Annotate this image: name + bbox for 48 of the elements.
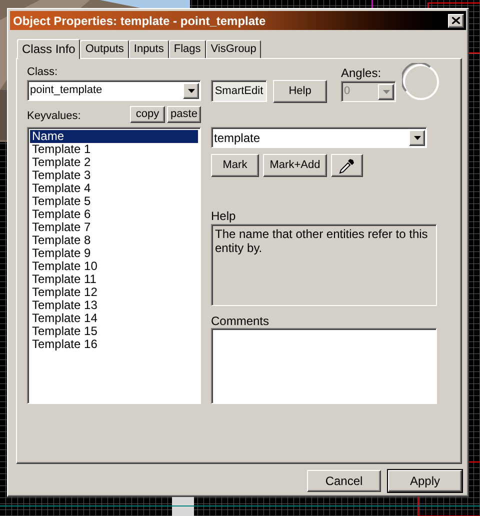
eyedropper-button[interactable] <box>331 154 363 177</box>
comments-field[interactable] <box>211 328 437 404</box>
list-item[interactable]: Template 13 <box>30 299 198 312</box>
list-item[interactable]: Template 7 <box>30 221 198 234</box>
class-label: Class: <box>27 65 59 80</box>
dialog-button[interactable]: Apply <box>388 470 462 492</box>
dialog-button[interactable]: Cancel <box>307 470 381 492</box>
paste-button[interactable]: paste <box>167 106 201 123</box>
list-item[interactable]: Template 3 <box>30 169 198 182</box>
mark-button[interactable]: Mark+Add <box>263 154 327 177</box>
list-item[interactable]: Template 15 <box>30 325 198 338</box>
help-button[interactable]: Help <box>273 80 327 103</box>
list-item[interactable]: Template 16 <box>30 338 198 351</box>
list-item[interactable]: Name <box>30 130 198 143</box>
angles-label: Angles: <box>341 65 382 81</box>
comments-label: Comments <box>211 313 270 328</box>
class-dropdown[interactable]: point_template <box>27 80 201 101</box>
list-item[interactable]: Template 8 <box>30 234 198 247</box>
list-item[interactable]: Template 4 <box>30 182 198 195</box>
list-item[interactable]: Template 5 <box>30 195 198 208</box>
window-title: Object Properties: template - point_template <box>13 12 266 30</box>
close-icon <box>452 17 460 24</box>
list-item[interactable]: Template 10 <box>30 260 198 273</box>
tab[interactable]: Class Info <box>17 39 80 59</box>
list-item[interactable]: Template 14 <box>30 312 198 325</box>
close-button[interactable] <box>448 14 464 28</box>
list-item[interactable]: Template 11 <box>30 273 198 286</box>
list-item[interactable]: Template 1 <box>30 143 198 156</box>
mark-button[interactable]: Mark <box>211 154 259 177</box>
tab[interactable]: VisGroup <box>206 40 262 58</box>
eyedropper-icon <box>338 156 356 174</box>
dropdown-arrow-icon <box>188 88 194 92</box>
copy-button[interactable]: copy <box>130 106 165 123</box>
tab[interactable]: Inputs <box>128 40 169 58</box>
list-item[interactable]: Template 9 <box>30 247 198 260</box>
list-item[interactable]: Template 6 <box>30 208 198 221</box>
tab[interactable]: Flags <box>168 40 206 58</box>
tab[interactable]: Outputs <box>80 40 129 58</box>
angle-dial-icon <box>402 63 440 101</box>
help-text-box: The name that other entities refer to this entity by. <box>211 224 437 306</box>
keyvalues-label: Keyvalues: <box>27 109 81 124</box>
dropdown-arrow-icon <box>414 136 420 140</box>
smartedit-button[interactable]: SmartEdit <box>211 80 267 102</box>
dropdown-arrow-icon <box>382 90 390 94</box>
list-item[interactable]: Template 12 <box>30 286 198 299</box>
help-label: Help <box>211 208 237 224</box>
list-item[interactable]: Template 2 <box>30 156 198 169</box>
value-dropdown[interactable]: template <box>211 127 427 148</box>
